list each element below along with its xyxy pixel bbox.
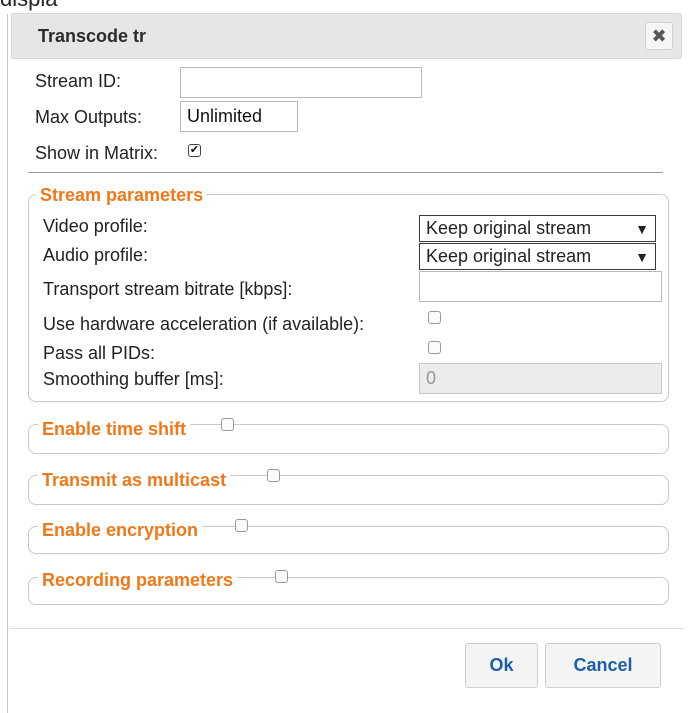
audio-profile-label: Audio profile:	[43, 245, 149, 265]
encryption-label: Enable encryption	[42, 520, 199, 540]
smoothing-buffer-input[interactable]	[419, 363, 662, 394]
audio-profile-value: Keep original stream	[426, 246, 592, 266]
video-profile-select[interactable]: Keep original stream ▼	[419, 215, 656, 242]
close-button[interactable]: ✖	[645, 22, 673, 50]
triangle-down-icon: ▼	[635, 248, 649, 265]
recording-label: Recording parameters	[42, 570, 234, 590]
video-profile-value: Keep original stream	[426, 218, 592, 238]
recording-legend: Recording parameters	[38, 570, 238, 591]
triangle-down-icon: ▼	[635, 220, 649, 237]
stream-id-label: Stream ID:	[35, 71, 122, 91]
show-in-matrix-checkbox[interactable]: ✔	[188, 144, 201, 157]
max-outputs-label: Max Outputs:	[35, 107, 143, 127]
time-shift-legend: Enable time shift	[38, 419, 191, 440]
time-shift-label: Enable time shift	[42, 419, 187, 439]
ok-button[interactable]: Ok	[465, 643, 538, 688]
dialog-titlebar[interactable]: Transcode tr ✖	[11, 13, 682, 59]
audio-profile-select[interactable]: Keep original stream ▼	[419, 243, 656, 270]
cancel-label: Cancel	[573, 655, 633, 675]
multicast-checkbox[interactable]	[267, 469, 280, 482]
footer-divider	[10, 628, 684, 629]
section-divider	[28, 172, 663, 173]
recording-checkbox[interactable]	[275, 570, 288, 583]
ts-bitrate-label: Transport stream bitrate [kbps]:	[43, 279, 293, 299]
multicast-label: Transmit as multicast	[42, 470, 227, 490]
smoothing-buffer-label: Smoothing buffer [ms]:	[43, 369, 224, 389]
close-icon: ✖	[651, 25, 667, 46]
encryption-checkbox[interactable]	[235, 519, 248, 532]
pass-pids-label: Pass all PIDs:	[43, 343, 156, 363]
stream-id-input[interactable]	[180, 67, 422, 98]
hw-accel-label: Use hardware acceleration (if available)…	[43, 314, 365, 334]
ok-label: Ok	[489, 655, 514, 675]
hw-accel-checkbox[interactable]	[428, 311, 441, 324]
cancel-button[interactable]: Cancel	[545, 643, 661, 688]
encryption-legend: Enable encryption	[38, 520, 203, 541]
video-profile-label: Video profile:	[43, 216, 148, 236]
ts-bitrate-input[interactable]	[419, 271, 662, 302]
dialog-title: Transcode tr	[38, 26, 147, 46]
checkmark-icon: ✔	[189, 144, 200, 156]
pass-pids-checkbox[interactable]	[428, 341, 441, 354]
stream-parameters-legend: Stream parameters	[36, 185, 208, 206]
max-outputs-input[interactable]	[180, 101, 298, 132]
show-in-matrix-label: Show in Matrix:	[35, 143, 159, 163]
time-shift-checkbox[interactable]	[221, 418, 234, 431]
multicast-legend: Transmit as multicast	[38, 470, 231, 491]
